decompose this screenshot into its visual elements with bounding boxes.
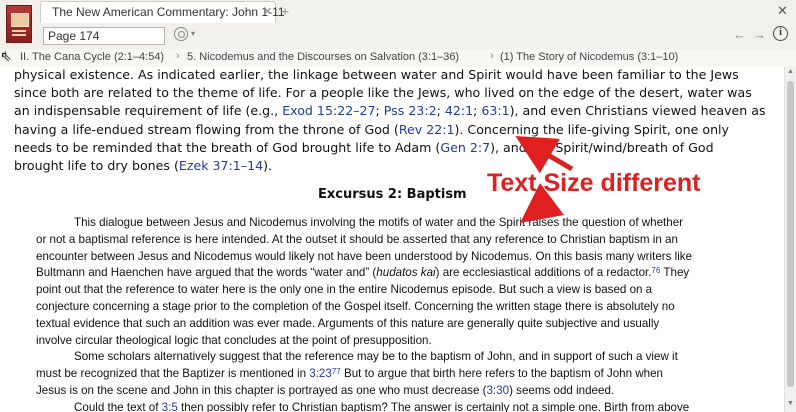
- text-run: Could the text of: [74, 400, 162, 412]
- text-run: or not a baptismal reference is here int…: [36, 232, 678, 246]
- text-line: having a life-endued stream flowing from…: [14, 122, 729, 137]
- add-tab-icon[interactable]: +: [281, 3, 289, 19]
- back-arrow-icon[interactable]: ←: [733, 27, 746, 42]
- text-run: point out that the reference to water he…: [36, 283, 653, 297]
- breadcrumb-item-nicodemus-discourses[interactable]: 5. Nicodemus and the Discourses on Salva…: [187, 51, 459, 63]
- text-line: since both are related to the theme of l…: [14, 85, 752, 100]
- breadcrumb-item-cana-cycle[interactable]: II. The Cana Cycle (2:1–4:54): [20, 51, 164, 63]
- text-line: point out that the reference to water he…: [36, 283, 652, 296]
- tab-title: The New American Commentary: John 1-11: [52, 5, 285, 19]
- reference-input[interactable]: [43, 27, 165, 45]
- mouse-cursor-icon: ⇖: [0, 48, 12, 64]
- breadcrumb-separator-icon: ›: [176, 50, 180, 62]
- text-line: conjecture concerning a stage prior to t…: [36, 300, 675, 313]
- text-run: involve circular theological logic that …: [36, 333, 432, 347]
- text-line: or not a baptismal reference is here int…: [36, 233, 678, 246]
- scripture-reference-link[interactable]: 3:23: [309, 367, 332, 380]
- scripture-reference-link[interactable]: 3:5: [162, 401, 178, 412]
- header-bar: The New American Commentary: John 1-11 ✕…: [0, 0, 796, 50]
- text-run: encounter between Jesus and Nicodemus wo…: [36, 249, 693, 263]
- scripture-reference-link[interactable]: 3:30: [486, 384, 509, 397]
- text-line: physical existence. As indicated earlier…: [14, 67, 739, 82]
- text-run: ).: [263, 158, 273, 173]
- scroll-thumb[interactable]: [787, 81, 794, 387]
- text-line: Could the text of 3:5 then possibly refe…: [74, 401, 689, 412]
- text-line: an indispensable requirement of life (e.…: [14, 103, 766, 118]
- text-run: an indispensable requirement of life (e.…: [14, 103, 283, 119]
- tab-close-icon[interactable]: ✕: [263, 5, 272, 18]
- chevron-down-icon[interactable]: ▾: [191, 29, 195, 38]
- footnote-link[interactable]: 77: [332, 367, 341, 376]
- reading-pane: physical existence. As indicated earlier…: [0, 67, 784, 412]
- forward-arrow-icon[interactable]: →: [753, 27, 766, 42]
- text-run: They: [660, 266, 690, 280]
- scripture-reference-link[interactable]: 63:1: [481, 103, 509, 118]
- text-line: brought life to dry bones (Ezek 37:1–14)…: [14, 158, 272, 173]
- text-run: But to argue that birth here refers to t…: [340, 367, 663, 381]
- book-cover-icon[interactable]: [6, 5, 32, 43]
- breadcrumb-item-story-of-nicodemus[interactable]: (1) The Story of Nicodemus (3:1–10): [500, 51, 678, 63]
- text-run: textual evidence that such an addition w…: [36, 316, 660, 330]
- scroll-up-icon[interactable]: ▲: [787, 68, 794, 75]
- breadcrumb: ⁞ II. The Cana Cycle (2:1–4:54) › 5. Nic…: [0, 49, 796, 68]
- text-run: must be recognized that the Baptizer is …: [36, 367, 310, 381]
- text-run: ), and even Christians viewed heaven as: [509, 103, 766, 119]
- text-run: brought life to dry bones (: [14, 158, 179, 173]
- text-run: physical existence. As indicated earlier…: [14, 67, 739, 82]
- text-line: involve circular theological logic that …: [36, 334, 432, 347]
- window-close-icon[interactable]: ✕: [777, 3, 788, 19]
- text-run: This dialogue between Jesus and Nicodemu…: [74, 216, 684, 229]
- text-run: ;: [375, 103, 384, 119]
- scripture-reference-link[interactable]: Gen 2:7: [440, 140, 490, 155]
- app-window: The New American Commentary: John 1-11 ✕…: [0, 0, 796, 412]
- breadcrumb-separator-icon: ›: [490, 50, 494, 62]
- text-run: conjecture concerning a stage prior to t…: [36, 300, 675, 313]
- text-run: ) are ecclesiastical additions of a reda…: [435, 266, 652, 280]
- sync-icon[interactable]: [174, 27, 188, 41]
- arrow-to-excursus-text: [520, 183, 564, 223]
- text-line: must be recognized that the Baptizer is …: [36, 367, 663, 380]
- scroll-down-icon[interactable]: ▼: [787, 400, 794, 407]
- info-icon[interactable]: i: [773, 26, 788, 41]
- text-run: needs to be reminded that the breath of …: [14, 139, 441, 155]
- scripture-reference-link[interactable]: Rev 22:1: [399, 122, 455, 137]
- scripture-reference-link[interactable]: Ezek 37:1–14: [179, 158, 263, 173]
- text-run: Some scholars alternatively suggest that…: [74, 350, 678, 364]
- vertical-scrollbar[interactable]: ▲ ▼: [784, 67, 796, 412]
- text-line: encounter between Jesus and Nicodemus wo…: [36, 250, 692, 263]
- text-line: textual evidence that such an addition w…: [36, 317, 659, 330]
- text-run: ;: [436, 103, 445, 119]
- text-run: since both are related to the theme of l…: [14, 85, 752, 101]
- scripture-reference-link[interactable]: Exod 15:22–27: [282, 103, 375, 118]
- tab-commentary[interactable]: The New American Commentary: John 1-11 ✕: [40, 1, 285, 23]
- annotation-label: Text Size different: [487, 169, 701, 197]
- excursus-heading: Excursus 2: Baptism: [318, 187, 467, 202]
- text-line: This dialogue between Jesus and Nicodemu…: [74, 216, 683, 229]
- scripture-reference-link[interactable]: Pss 23:2: [384, 103, 437, 118]
- text-run: having a life-endued stream flowing from…: [14, 121, 399, 137]
- text-line: Jesus is on the scene and John in this c…: [36, 384, 614, 397]
- text-run: Bultmann and Haenchen have argued that t…: [36, 266, 377, 280]
- text-line: Some scholars alternatively suggest that…: [74, 350, 678, 363]
- scripture-reference-link[interactable]: 42:1: [445, 103, 473, 118]
- italic-text: hudatos kai: [376, 266, 436, 280]
- text-run: ). Concerning the life-giving Spirit, on…: [454, 121, 730, 137]
- text-run: Jesus is on the scene and John in this c…: [36, 384, 487, 397]
- text-line: Bultmann and Haenchen have argued that t…: [36, 266, 689, 279]
- text-line: needs to be reminded that the breath of …: [14, 140, 714, 155]
- text-run: then possibly refer to Christian baptism…: [177, 400, 690, 412]
- text-run: ), and the Spirit/wind/breath of God: [490, 139, 714, 155]
- text-run: ) seems odd indeed.: [509, 384, 615, 397]
